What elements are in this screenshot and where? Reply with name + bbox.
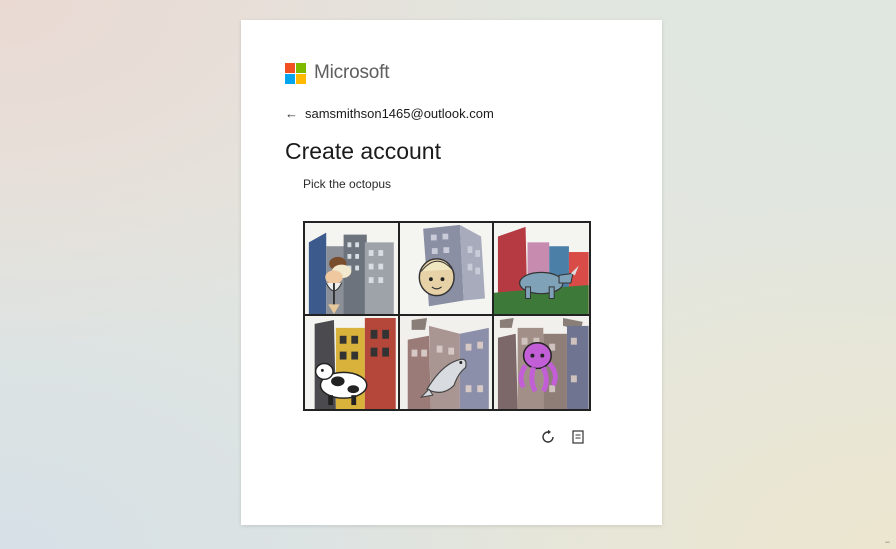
- rhino-image: [494, 223, 589, 314]
- corner-mark: −: [884, 537, 890, 547]
- puzzle-tile-ice-cream[interactable]: [305, 223, 400, 316]
- challenge-controls: [539, 428, 587, 446]
- ice-cream-image: [305, 223, 398, 314]
- puzzle-tile-seal[interactable]: [399, 316, 495, 409]
- puzzle-tile-cow[interactable]: [305, 316, 400, 409]
- puzzle-grid: [303, 221, 591, 411]
- page-title: Create account: [285, 138, 441, 164]
- puzzle-tile-face[interactable]: [399, 223, 495, 316]
- puzzle-tile-octopus[interactable]: [494, 316, 589, 409]
- face-image: [399, 223, 493, 314]
- audio-icon[interactable]: [569, 428, 587, 446]
- brand: Microsoft: [285, 62, 389, 84]
- signup-card: Microsoft ← samsmithson1465@outlook.com …: [241, 20, 662, 525]
- octopus-image: [494, 316, 589, 409]
- microsoft-logo-icon: [285, 62, 306, 84]
- seal-image: [399, 316, 493, 409]
- back-arrow-icon[interactable]: ←: [285, 106, 298, 121]
- challenge-instruction: Pick the octopus: [303, 177, 392, 191]
- cow-image: [305, 316, 398, 409]
- puzzle-tile-rhino[interactable]: [494, 223, 589, 316]
- account-identity: ← samsmithson1465@outlook.com: [285, 106, 494, 121]
- brand-name: Microsoft: [314, 62, 390, 83]
- refresh-icon[interactable]: [539, 428, 557, 446]
- account-email: samsmithson1465@outlook.com: [305, 106, 494, 121]
